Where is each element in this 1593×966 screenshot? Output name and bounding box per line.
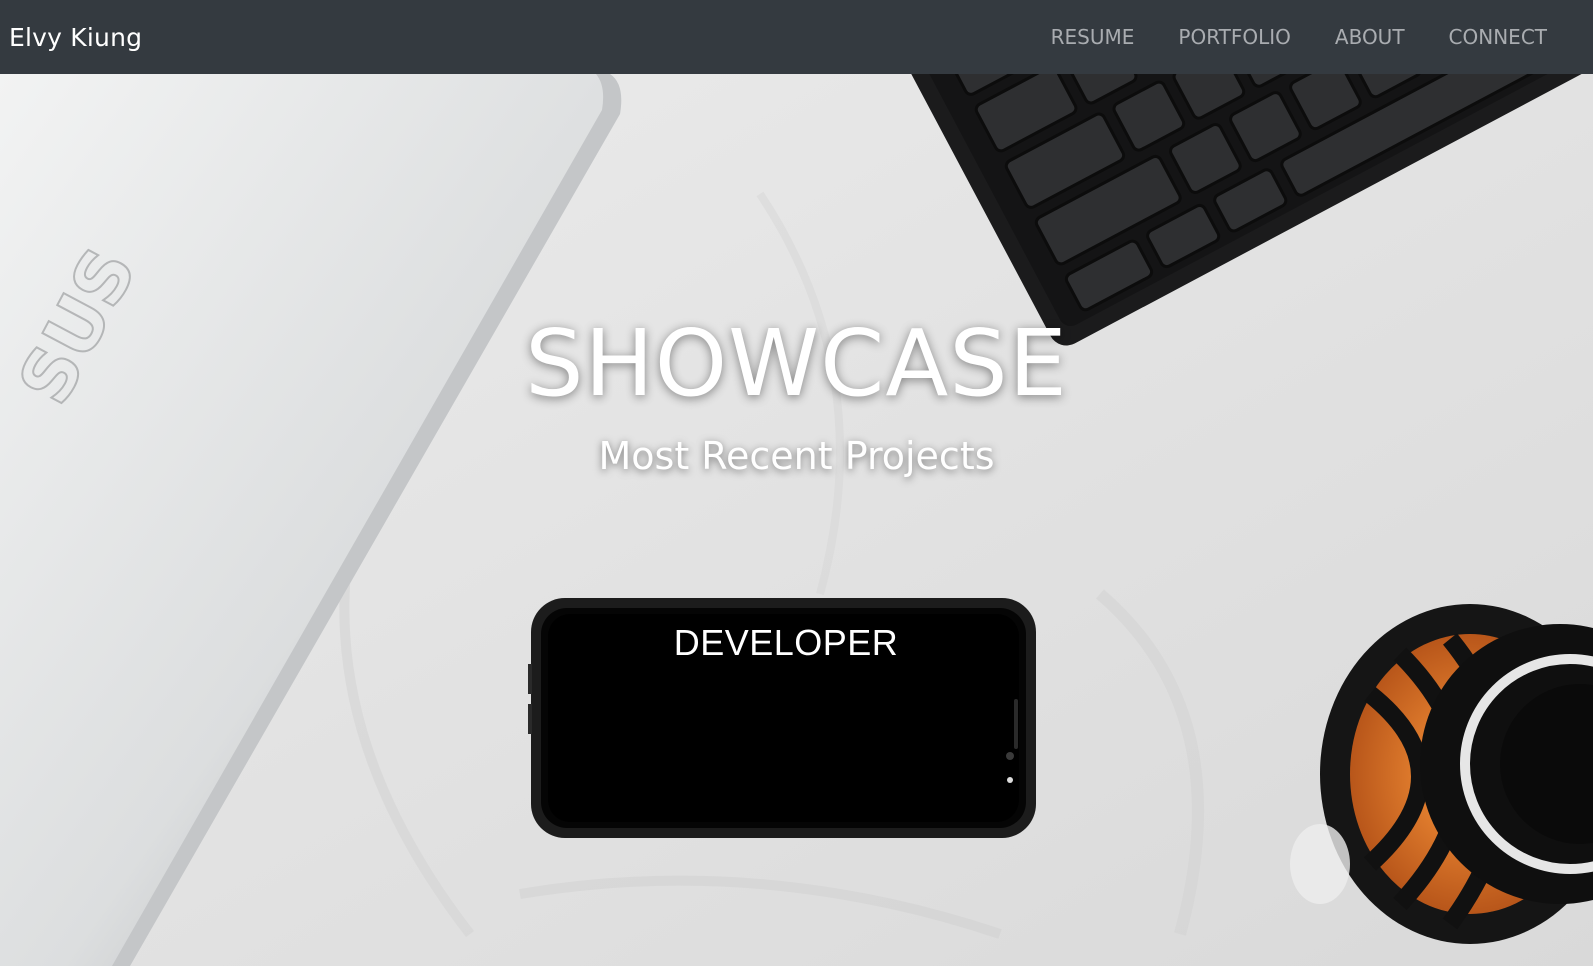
nav-link-resume[interactable]: RESUME	[1051, 25, 1135, 49]
nav-link-about[interactable]: ABOUT	[1335, 25, 1405, 49]
phone-screen-text: DEVELOPER	[673, 622, 899, 663]
hero-section: SUS SHOWCASE Most Recent Projects DEVELO…	[0, 74, 1593, 966]
hero-background-image: SUS	[0, 74, 1593, 966]
brand-link[interactable]: Elvy Kiung	[9, 23, 142, 52]
nav-link-connect[interactable]: CONNECT	[1449, 25, 1547, 49]
hero-subtitle: Most Recent Projects	[598, 434, 995, 478]
navbar: Elvy Kiung RESUME PORTFOLIO ABOUT CONNEC…	[0, 0, 1593, 74]
nav-links: RESUME PORTFOLIO ABOUT CONNECT	[1051, 25, 1547, 49]
nav-link-portfolio[interactable]: PORTFOLIO	[1178, 25, 1291, 49]
hero-title: SHOWCASE	[525, 310, 1068, 417]
